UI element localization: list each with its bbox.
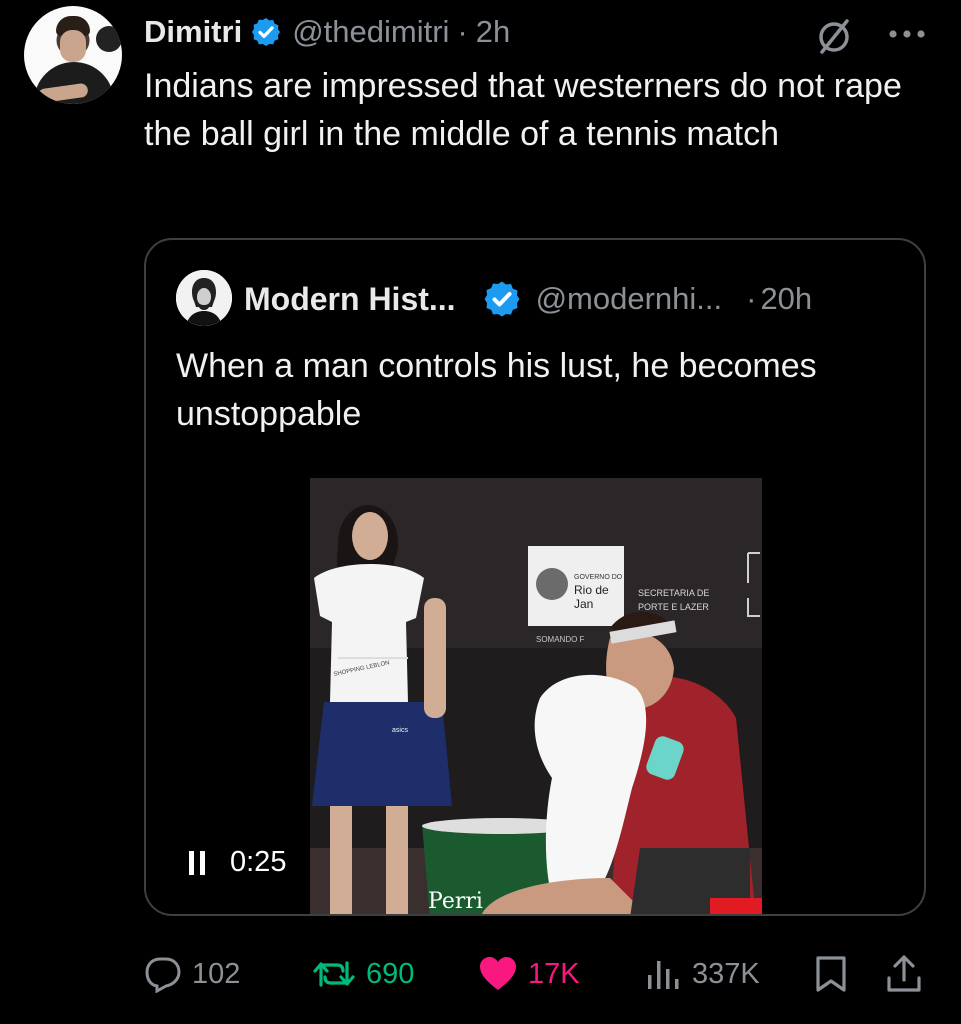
author-handle[interactable]: @thedimitri: [292, 14, 449, 50]
grok-icon[interactable]: [814, 16, 854, 56]
more-icon[interactable]: [884, 16, 930, 52]
author-name[interactable]: Dimitri: [144, 14, 242, 50]
views-icon: [648, 961, 679, 989]
sign-somando: SOMANDO F: [536, 635, 585, 644]
tweet-text: Indians are impressed that westerners do…: [144, 67, 902, 153]
separator-dot: ·: [457, 14, 468, 49]
tweet-header: Dimitri @thedimitri · 2h: [144, 10, 510, 54]
views-button[interactable]: 337K: [646, 948, 760, 1000]
quoted-author-handle[interactable]: @modernhi...: [536, 281, 723, 317]
share-button[interactable]: [886, 948, 922, 1000]
sign-city-1: Rio de: [574, 583, 609, 597]
reply-button[interactable]: 102: [144, 948, 240, 1000]
bucket-brand: Perri: [428, 889, 483, 914]
repost-count: 690: [366, 957, 415, 990]
bookmark-icon: [816, 956, 846, 992]
sign-secretaria-1: SECRETARIA DE: [638, 588, 709, 598]
skirt-logo: asics: [392, 727, 408, 734]
pause-icon[interactable]: [188, 849, 208, 877]
separator-dot: ·: [746, 281, 757, 316]
repost-button[interactable]: 690: [312, 948, 414, 1000]
action-bar: 102 690 17K 337K: [0, 948, 961, 1000]
tweet-time[interactable]: 2h: [476, 14, 510, 50]
sign-city-2: Jan: [574, 597, 593, 611]
sign-governo: GOVERNO DO: [574, 574, 623, 581]
reply-count: 102: [192, 957, 241, 990]
video-frame: GOVERNO DO Rio de Jan SECRETARIA DE PORT…: [310, 478, 762, 914]
quoted-header: Modern Hist... @modernhi... · 20h: [244, 276, 812, 322]
video-elapsed-time: 0:25: [230, 846, 287, 878]
quoted-tweet[interactable]: Modern Hist... @modernhi... · 20h When a…: [144, 238, 926, 916]
quoted-tweet-time[interactable]: 20h: [760, 281, 812, 317]
reply-icon: [145, 957, 181, 993]
video-player[interactable]: GOVERNO DO Rio de Jan SECRETARIA DE PORT…: [310, 478, 762, 914]
quoted-author-name[interactable]: Modern Hist...: [244, 281, 456, 318]
repost-icon: [313, 961, 355, 987]
bookmark-button[interactable]: [814, 948, 848, 1000]
sign-secretaria-2: PORTE E LAZER: [638, 602, 709, 612]
like-count: 17K: [528, 957, 580, 990]
author-avatar[interactable]: [24, 6, 122, 104]
video-controls: 0:25: [188, 846, 286, 879]
view-count: 337K: [692, 957, 760, 990]
share-icon: [887, 955, 921, 992]
like-icon: [480, 957, 516, 990]
quoted-tweet-text: When a man controls his lust, he becomes…: [176, 347, 817, 433]
verified-badge-icon: [252, 18, 281, 46]
tweet-page: Dimitri @thedimitri · 2h Indians are imp…: [0, 0, 961, 1024]
like-button[interactable]: 17K: [478, 948, 580, 1000]
verified-badge-icon: [484, 281, 520, 317]
quoted-author-avatar[interactable]: [176, 270, 232, 326]
